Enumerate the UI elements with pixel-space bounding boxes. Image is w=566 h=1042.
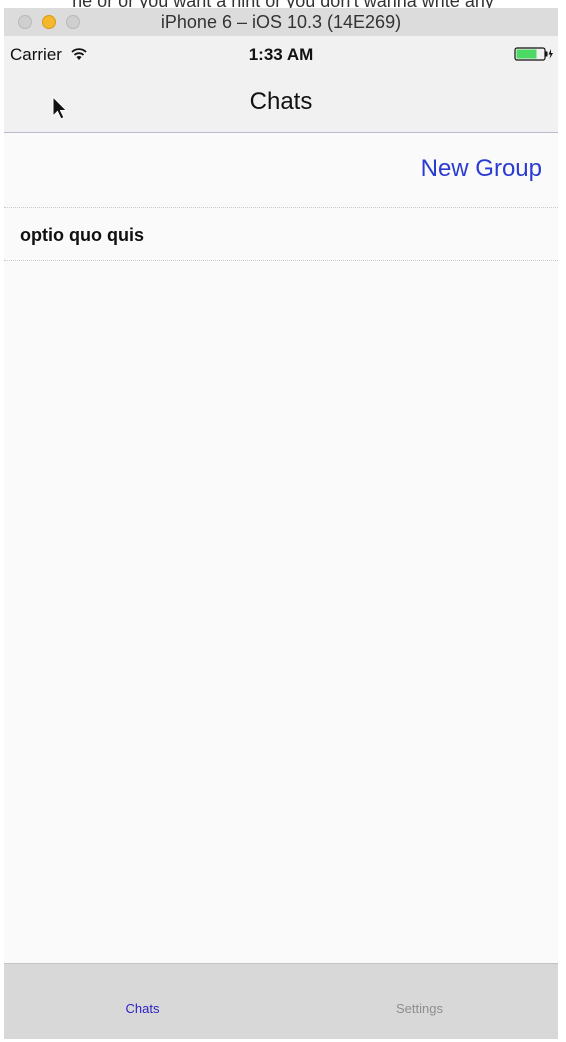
new-group-button[interactable]: New Group: [421, 155, 542, 183]
simulator-page: ne or or you want a hint or you don't wa…: [0, 0, 566, 1042]
tab-settings[interactable]: Settings: [281, 964, 558, 1039]
tab-chats[interactable]: Chats: [4, 964, 281, 1039]
status-time: 1:33 AM: [248, 45, 314, 64]
tab-chats-label: Chats: [125, 1001, 160, 1016]
tab-bar: Chats Settings: [4, 963, 558, 1039]
window-title: iPhone 6 – iOS 10.3 (14E269): [160, 12, 402, 32]
mouse-cursor-icon: [52, 96, 68, 120]
navigation-bar: Carrier 1:33 AM Chats: [4, 36, 558, 133]
new-group-row: New Group: [4, 133, 558, 208]
device-screen: Carrier 1:33 AM Chats New Group optio qu…: [4, 36, 558, 1039]
tab-settings-label: Settings: [396, 1001, 443, 1016]
simulator-title-bar: iPhone 6 – iOS 10.3 (14E269): [4, 8, 558, 37]
battery-charging-icon: [514, 47, 553, 61]
page-title: Chats: [249, 88, 313, 115]
chat-list-item[interactable]: optio quo quis: [4, 208, 558, 261]
chat-name: optio quo quis: [20, 225, 144, 245]
